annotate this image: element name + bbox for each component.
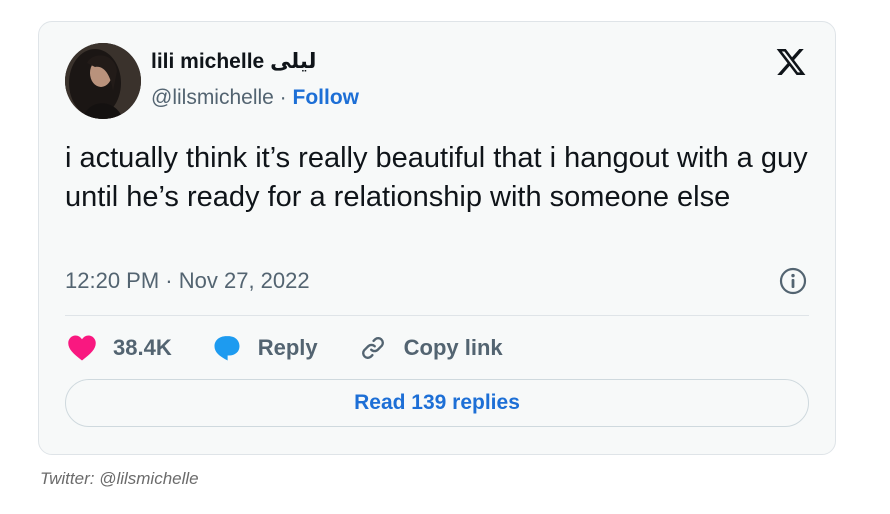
like-count: 38.4K <box>113 335 172 360</box>
tweet-timestamp[interactable]: 12:20 PM · Nov 27, 2022 <box>65 268 310 294</box>
follow-button[interactable]: Follow <box>293 86 360 109</box>
avatar[interactable] <box>65 43 141 119</box>
tweet-time: 12:20 PM <box>65 268 160 293</box>
copy-link-button[interactable]: Copy link <box>358 334 503 362</box>
author-name[interactable]: lili michelle ليلى <box>151 49 316 74</box>
info-icon[interactable] <box>779 267 807 295</box>
reply-bubble-icon <box>214 336 240 361</box>
tweet-card: lili michelle ليلى @lilsmichelle · Follo… <box>38 21 836 455</box>
link-icon <box>361 337 384 359</box>
reply-button[interactable]: Reply <box>212 334 318 362</box>
handle-separator: · <box>273 86 293 109</box>
divider <box>65 315 809 316</box>
heart-icon <box>68 335 96 361</box>
tweet-text: i actually think it’s really beautiful t… <box>65 142 808 213</box>
x-logo-icon[interactable] <box>775 46 807 78</box>
like-button[interactable]: 38.4K <box>67 334 172 362</box>
image-caption: Twitter: @lilsmichelle <box>40 469 199 488</box>
tweet-date: Nov 27, 2022 <box>178 268 310 293</box>
reply-label: Reply <box>257 335 318 360</box>
copy-link-label: Copy link <box>403 335 503 360</box>
author-handle-row: @lilsmichelle · Follow <box>151 86 359 110</box>
avatar-photo <box>65 43 141 119</box>
author-handle[interactable]: @lilsmichelle <box>151 86 274 109</box>
read-replies-button[interactable]: Read 139 replies <box>65 379 809 427</box>
timestamp-separator: · <box>159 268 179 293</box>
action-bar: 38.4K Reply Copy link <box>67 331 543 365</box>
